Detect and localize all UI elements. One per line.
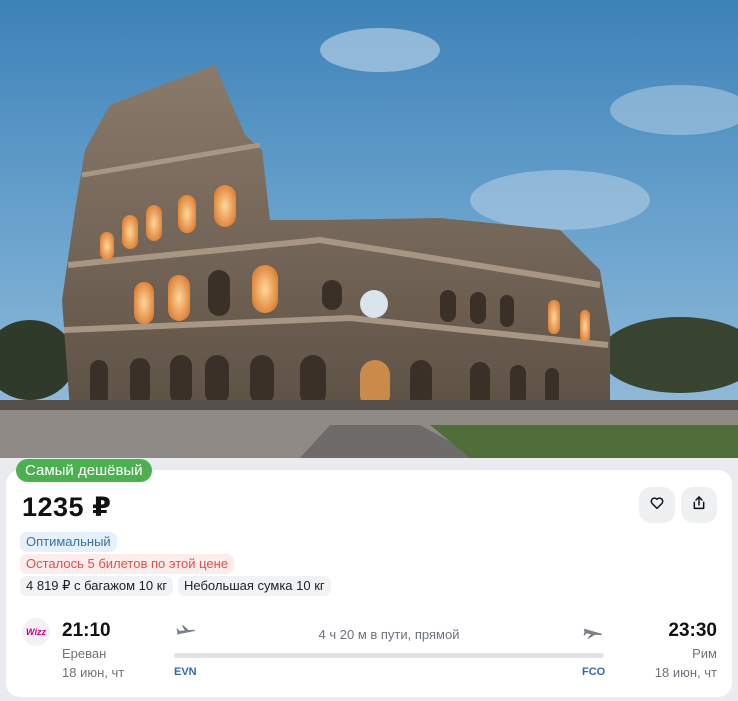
small-bag-tag: Небольшая сумка 10 кг <box>178 576 331 596</box>
cheapest-badge: Самый дешёвый <box>16 459 152 482</box>
arrival-iata: FCO <box>582 666 606 678</box>
departure-time: 21:10 <box>62 620 111 641</box>
favorite-button[interactable] <box>639 487 675 523</box>
arrival-time: 23:30 <box>668 620 717 641</box>
departure-date: 18 июн, чт <box>62 665 125 680</box>
offer-card[interactable]: 1235 ₽ Оптимальный Осталось 5 билетов по… <box>6 470 732 697</box>
optimal-tag: Оптимальный <box>20 532 117 552</box>
arrival-city: Рим <box>692 646 717 661</box>
departure-iata: EVN <box>174 666 197 678</box>
tickets-left-tag: Осталось 5 билетов по этой цене <box>20 554 235 574</box>
heart-icon <box>649 495 665 516</box>
arrival-date: 18 июн, чт <box>654 665 717 680</box>
route-line <box>174 653 604 658</box>
departure-city: Ереван <box>62 646 107 661</box>
share-icon <box>691 495 707 516</box>
price: 1235 ₽ <box>22 492 112 522</box>
route-duration: 4 ч 20 м в пути, прямой <box>318 627 460 642</box>
share-button[interactable] <box>681 487 717 523</box>
airline-logo: Wizz <box>22 618 50 646</box>
arrival-plane-icon <box>583 625 603 644</box>
baggage-price-tag[interactable]: 4 819 ₽ с багажом 10 кг <box>20 576 174 596</box>
hero-image <box>0 0 738 458</box>
